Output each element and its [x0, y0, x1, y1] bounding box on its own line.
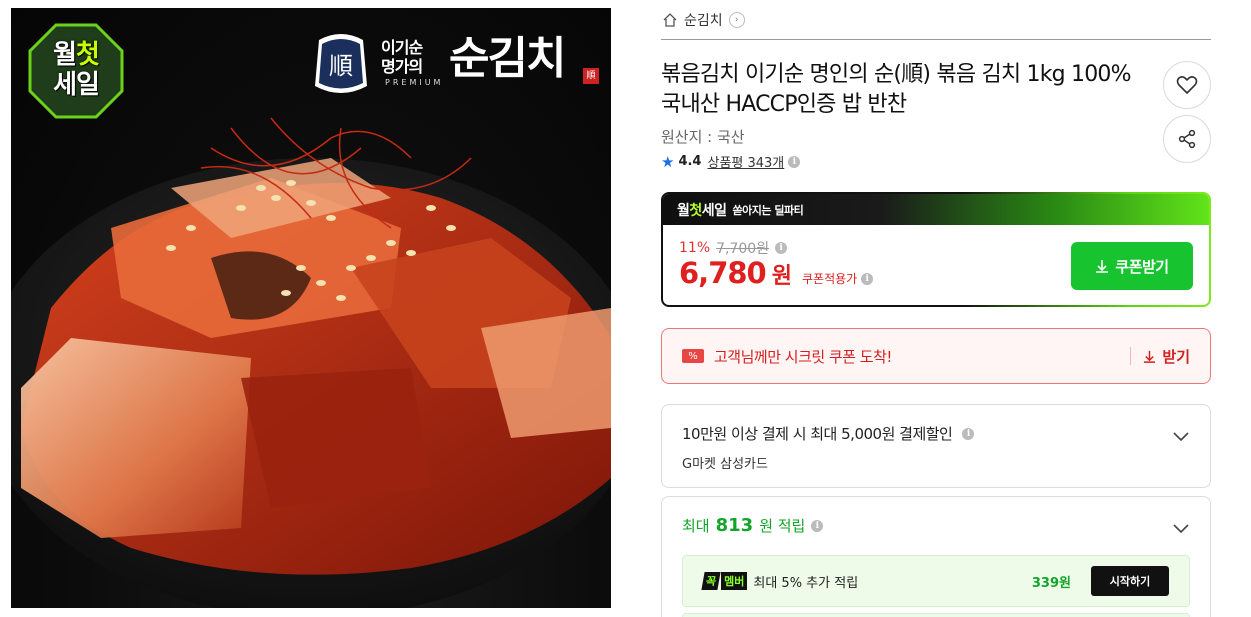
rating-row: ★ 4.4 상품평 343개 i: [661, 152, 801, 171]
sale-price: 6,780: [679, 256, 767, 290]
product-image[interactable]: 월첫 세일 順 이기순 명가의 PREMIUM 순김치 順: [11, 8, 611, 608]
divider: [661, 39, 1211, 40]
info-icon[interactable]: i: [861, 272, 874, 285]
shop-name-link[interactable]: 순김치: [684, 10, 723, 30]
download-icon: [1096, 260, 1109, 273]
info-icon[interactable]: i: [962, 427, 975, 440]
coupon-applied-label: 쿠폰적용가 i: [802, 270, 874, 287]
jar-seal-icon: 順: [315, 34, 367, 93]
max-points-amount: 813: [715, 515, 754, 536]
deal-banner-subtitle: 쏟아지는 딜파티: [732, 203, 804, 217]
card-discount-title: 10만원 이상 결제 시 최대 5,000원 결제할인 i: [682, 423, 975, 444]
price-row: 6,780 원 쿠폰적용가 i: [679, 256, 874, 290]
secret-coupon-banner[interactable]: % 고객님께만 시크릿 쿠폰 도착! 받기: [661, 328, 1211, 384]
review-count-link[interactable]: 상품평 343개: [707, 152, 784, 171]
secret-coupon-get-button[interactable]: 받기: [1130, 347, 1190, 366]
chevron-down-icon[interactable]: [1172, 427, 1190, 445]
sale-price-box: 월첫세일 쏟아지는 딜파티 11% 7,700원 i 6,780 원 쿠폰적용가…: [661, 192, 1211, 307]
badge-row-2: 세일: [53, 70, 100, 100]
product-title: 볶음김치 이기순 명인의 순(順) 볶음 김치 1kg 100% 국내산 HAC…: [661, 62, 1132, 117]
membership-description: 최대 5% 추가 적립: [753, 575, 859, 591]
heart-icon: [1176, 76, 1198, 94]
chevron-right-icon[interactable]: ›: [728, 12, 745, 28]
deal-banner: 월첫세일 쏟아지는 딜파티: [663, 194, 1209, 225]
brand-premium: PREMIUM: [385, 78, 444, 87]
brand-subtitle: 이기순 명가의: [381, 38, 423, 76]
original-price: 7,700원: [716, 241, 770, 257]
get-coupon-button[interactable]: 쿠폰받기: [1071, 242, 1193, 290]
deal-banner-title: 월첫세일: [677, 202, 727, 219]
start-membership-button[interactable]: 시작하기: [1091, 566, 1169, 596]
download-icon: [1144, 350, 1156, 363]
star-icon: ★: [661, 152, 675, 171]
additional-points-row: [682, 613, 1190, 617]
month-first-sale-badge: 월첫 세일: [28, 23, 124, 119]
brand-name: 순김치: [449, 33, 566, 84]
membership-logo: 꼭 멤버: [701, 572, 748, 590]
max-points-header: 최대 813 원 적립 i: [682, 515, 824, 536]
coupon-tag-icon: %: [682, 349, 704, 363]
share-button[interactable]: [1163, 115, 1211, 163]
home-icon[interactable]: [662, 12, 678, 28]
card-discount-panel[interactable]: 10만원 이상 결제 시 최대 5,000원 결제할인 i G마켓 삼성카드: [661, 404, 1211, 488]
seal-char: 順: [329, 52, 353, 80]
info-icon[interactable]: i: [811, 519, 824, 532]
chevron-down-icon[interactable]: [1172, 519, 1190, 537]
membership-points: 339원: [1031, 575, 1071, 591]
info-icon[interactable]: i: [788, 155, 801, 168]
discount-row: 11% 7,700원 i: [679, 238, 788, 258]
info-icon[interactable]: i: [775, 242, 788, 254]
breadcrumb: 순김치 ›: [662, 9, 745, 31]
origin-info: 원산지 : 국산: [661, 128, 745, 146]
secret-coupon-message: 고객님께만 시크릿 쿠폰 도착!: [714, 347, 892, 366]
brand-stamp: 順: [583, 68, 599, 84]
card-name: G마켓 삼성카드: [682, 457, 768, 472]
discount-rate: 11%: [679, 240, 711, 256]
wishlist-button[interactable]: [1163, 61, 1211, 109]
membership-row: 꼭 멤버 최대 5% 추가 적립 339원 시작하기: [682, 555, 1190, 607]
badge-row-1: 월첫: [53, 40, 100, 70]
rating-score: 4.4: [678, 154, 702, 169]
points-panel: 최대 813 원 적립 i 꼭 멤버 최대 5% 추가 적립 339원 시작하기: [661, 496, 1211, 617]
currency: 원: [771, 264, 792, 289]
brand-logo: 順 이기순 명가의 PREMIUM 순김치 順: [309, 28, 599, 98]
share-icon: [1178, 129, 1196, 149]
